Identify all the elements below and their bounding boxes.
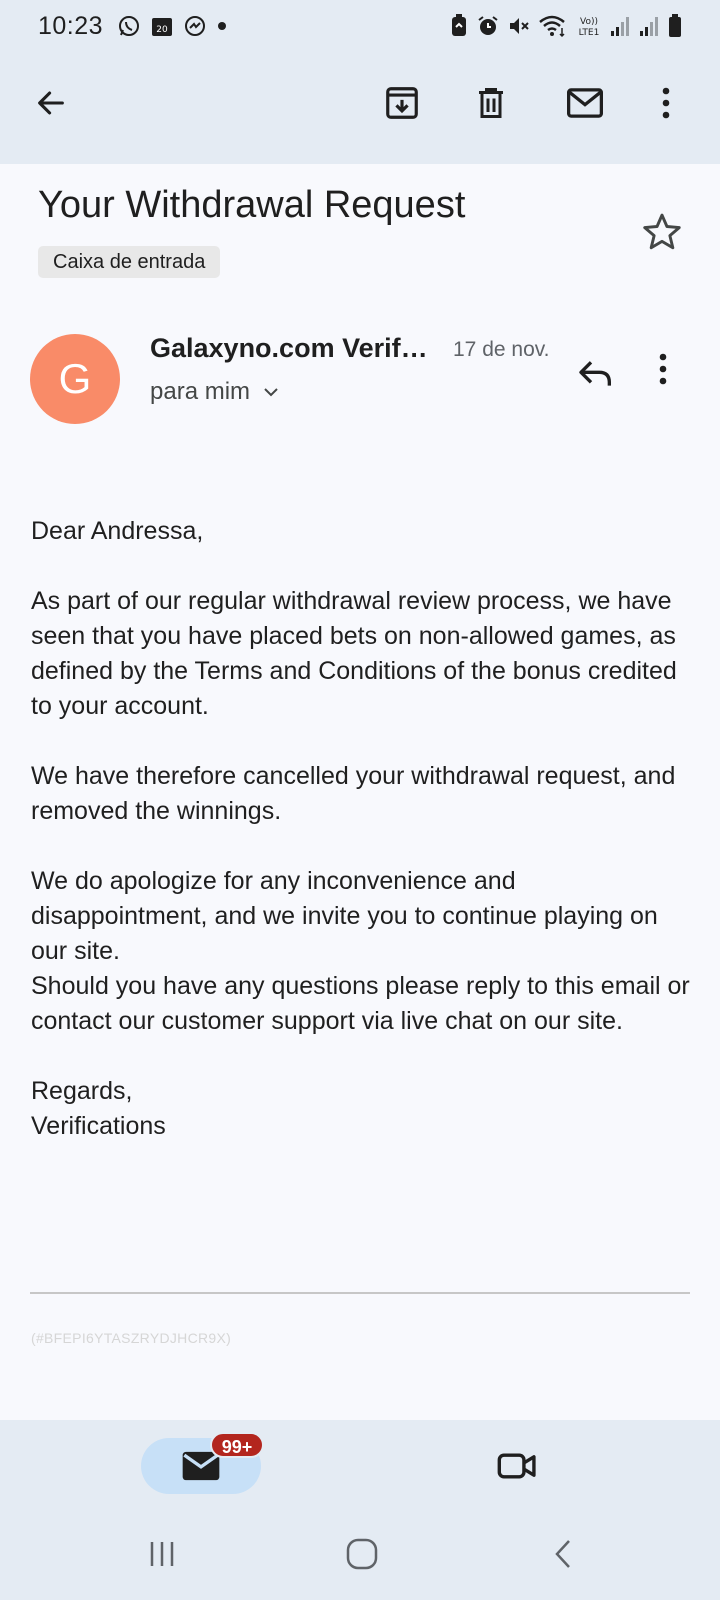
divider	[30, 1292, 690, 1294]
home-button[interactable]	[340, 1532, 384, 1576]
trash-icon	[479, 88, 503, 118]
body-paragraph: As part of our regular withdrawal review…	[31, 587, 677, 720]
video-icon	[497, 1453, 536, 1479]
chevron-left-icon	[555, 1540, 570, 1568]
email-view: Your Withdrawal Request Caixa de entrada…	[0, 164, 720, 1420]
email-body: Dear Andressa, As part of our regular wi…	[31, 514, 691, 1144]
body-paragraph: We have therefore cancelled your withdra…	[31, 762, 676, 825]
sender-avatar[interactable]: G	[30, 334, 120, 424]
email-subject: Your Withdrawal Request	[38, 184, 466, 226]
body-paragraph: We do apologize for any inconvenience an…	[31, 867, 658, 965]
alarm-icon	[476, 14, 500, 38]
toolbar	[0, 52, 720, 164]
sender-name: Galaxyno.com Verifications	[150, 333, 435, 363]
body-paragraph: Should you have any questions please rep…	[31, 972, 690, 1035]
body-signature: Verifications	[31, 1112, 166, 1140]
delete-button[interactable]	[466, 78, 516, 128]
battery-icon	[668, 14, 682, 38]
message-more-button[interactable]	[658, 352, 698, 402]
wifi-icon	[538, 14, 568, 38]
unread-count-badge: 99+	[210, 1432, 264, 1458]
chevron-down-icon	[264, 388, 278, 397]
signal-icon	[639, 15, 661, 37]
svg-text:LTE1: LTE1	[579, 28, 600, 38]
calendar-icon: 20	[151, 15, 173, 37]
home-icon	[346, 1538, 378, 1570]
status-bar: 10:23 20 Vo)) LTE1	[0, 0, 720, 52]
star-outline-icon	[643, 213, 681, 250]
reference-code: (#BFEPI6YTASZRYDJHCR9X)	[31, 1330, 232, 1346]
reply-button[interactable]	[576, 354, 624, 402]
volte-icon: Vo)) LTE1	[575, 14, 603, 38]
mute-icon	[507, 14, 531, 38]
system-back-button[interactable]	[542, 1532, 586, 1576]
messenger-icon	[183, 14, 207, 38]
recent-apps-icon	[150, 1542, 174, 1566]
archive-icon	[386, 87, 418, 119]
more-options-button[interactable]	[646, 78, 686, 128]
recent-apps-button[interactable]	[140, 1532, 184, 1576]
star-button[interactable]	[640, 210, 684, 254]
system-navigation	[0, 1506, 720, 1600]
battery-saver-icon	[449, 14, 469, 38]
mail-icon	[567, 88, 603, 118]
recipient-details-toggle[interactable]: para mim	[150, 374, 280, 410]
whatsapp-icon	[117, 14, 141, 38]
inbox-label-chip[interactable]: Caixa de entrada	[38, 246, 221, 278]
signal-icon	[610, 15, 632, 37]
svg-text:Vo)): Vo))	[580, 17, 598, 27]
arrow-back-icon	[38, 91, 64, 115]
calendar-day: 20	[156, 25, 168, 35]
dot-icon	[217, 21, 227, 31]
reply-icon	[579, 361, 611, 386]
bottom-navigation: 99+	[0, 1420, 720, 1506]
archive-button[interactable]	[377, 78, 427, 128]
mark-unread-button[interactable]	[560, 78, 610, 128]
more-vert-icon	[662, 87, 670, 119]
email-date: 17 de nov.	[453, 338, 550, 361]
more-vert-icon	[659, 353, 667, 385]
recipient-label: para mim	[150, 378, 251, 405]
body-greeting: Dear Andressa,	[31, 517, 204, 545]
back-button[interactable]	[26, 78, 76, 128]
status-time: 10:23	[38, 11, 104, 40]
nav-meet-tab[interactable]	[489, 1438, 545, 1494]
body-closing: Regards,	[31, 1077, 133, 1105]
